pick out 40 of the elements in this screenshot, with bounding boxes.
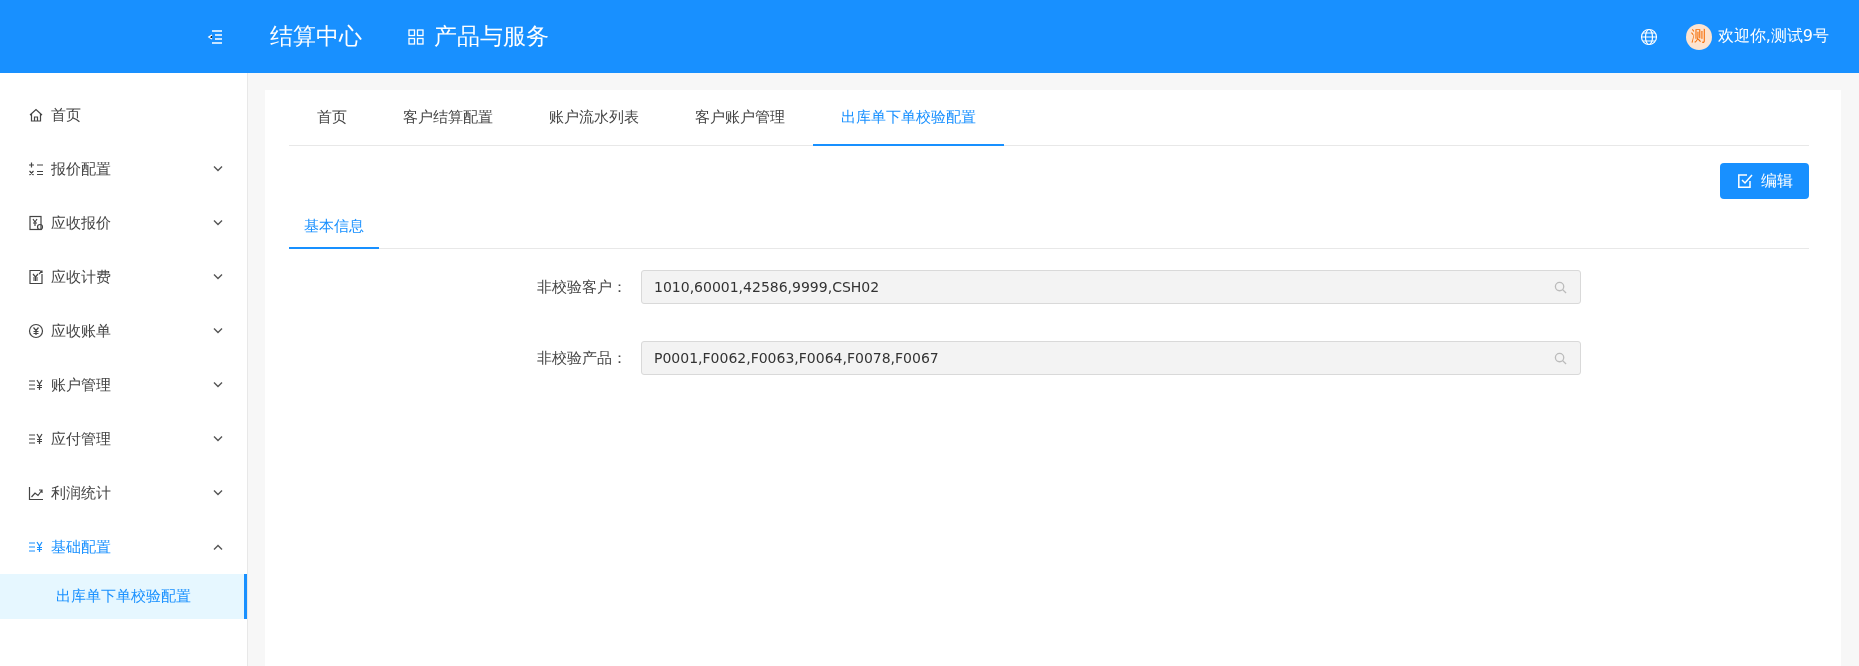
search-icon[interactable] [1554,281,1567,294]
checkbox-icon [1737,173,1753,189]
page-tab[interactable]: 客户结算配置 [375,91,521,146]
chart-trend-icon [28,485,44,501]
list-yen-icon [28,431,44,447]
search-icon[interactable] [1554,352,1567,365]
page-tab[interactable]: 首页 [289,91,375,146]
sidebar-menu-item[interactable]: 账户管理 [0,358,247,412]
chevron-up-icon [213,544,223,550]
chevron-down-icon [213,220,223,226]
chevron-down-icon [213,274,223,280]
chevron-down-icon [213,166,223,172]
sidebar-menu-item[interactable]: 首页 [0,88,247,142]
sidebar-menu-item[interactable]: 应付管理 [0,412,247,466]
sidebar-menu-item[interactable]: 报价配置 [0,142,247,196]
page-tab[interactable]: 客户账户管理 [667,91,813,146]
page-tab[interactable]: 账户流水列表 [521,91,667,146]
list-yen-icon [28,377,44,393]
plus-minus-icon [28,161,44,177]
document-yen-icon [28,215,44,231]
list-yen-icon [28,539,44,555]
grid-icon [408,28,424,45]
field-label: 非校验产品： [536,348,628,368]
chevron-down-icon [213,328,223,334]
globe-icon[interactable] [1639,27,1658,46]
field-label: 非校验客户： [536,277,628,297]
receipt-yen-icon [28,269,44,285]
sidebar-menu-item[interactable]: 利润统计 [0,466,247,520]
chevron-down-icon [213,490,223,496]
chevron-down-icon [213,436,223,442]
search-input-field[interactable]: P0001,F0062,F0063,F0064,F0078,F0067 [641,341,1581,375]
coin-yen-icon [28,323,44,339]
chevron-down-icon [213,382,223,388]
home-icon [28,107,44,123]
sidebar-menu-item[interactable]: 应收报价 [0,196,247,250]
sidebar-menu-item[interactable]: 应收账单 [0,304,247,358]
menu-fold-icon[interactable] [207,27,225,46]
search-input-field[interactable]: 1010,60001,42586,9999,CSH02 [641,270,1581,304]
sidebar-menu-item[interactable]: 应收计费 [0,250,247,304]
app-title: 结算中心 [270,22,362,51]
